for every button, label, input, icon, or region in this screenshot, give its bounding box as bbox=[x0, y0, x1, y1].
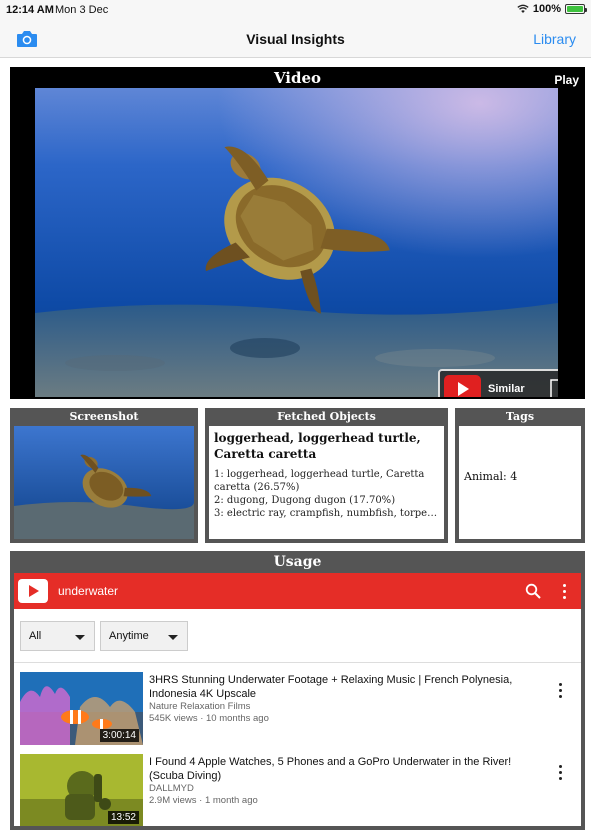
prediction-list: 1: loggerhead, loggerhead turtle, Carett… bbox=[209, 462, 444, 520]
battery-percent: 100% bbox=[532, 3, 561, 15]
video-info: 3HRS Stunning Underwater Footage + Relax… bbox=[149, 673, 539, 725]
turtle-screenshot bbox=[14, 426, 194, 539]
video-panel: Video Play Similar bbox=[10, 67, 585, 399]
video-duration: 13:52 bbox=[107, 811, 139, 824]
video-result-row[interactable]: 13:52 I Found 4 Apple Watches, 5 Phones … bbox=[14, 754, 581, 826]
status-indicators: 100% bbox=[517, 3, 587, 15]
video-duration: 3:00:14 bbox=[99, 729, 139, 742]
fetched-objects-body: loggerhead, loggerhead turtle, Caretta c… bbox=[209, 426, 444, 539]
nav-bar: Visual Insights Library bbox=[0, 20, 591, 58]
search-query[interactable]: underwater bbox=[58, 584, 118, 598]
video-thumbnail[interactable]: 13:52 bbox=[20, 754, 143, 826]
tag-text: Animal: 4 bbox=[464, 470, 518, 483]
video-thumbnail[interactable]: 3:00:14 bbox=[20, 672, 143, 745]
battery-fill bbox=[567, 6, 583, 12]
external-link-icon bbox=[550, 379, 558, 397]
library-button[interactable]: Library bbox=[533, 31, 576, 47]
usage-panel: Usage underwater All Anytime 3:00:14 3HR… bbox=[10, 551, 585, 830]
top-prediction: loggerhead, loggerhead turtle, Caretta c… bbox=[214, 431, 421, 461]
video-stats: 2.9M views · 1 month ago bbox=[149, 795, 258, 806]
youtube-logo-icon[interactable] bbox=[18, 579, 48, 603]
video-info: I Found 4 Apple Watches, 5 Phones and a … bbox=[149, 755, 539, 807]
more-vertical-icon[interactable] bbox=[559, 764, 563, 780]
tags-panel-title: Tags bbox=[505, 410, 535, 423]
status-time: 12:14 AM bbox=[6, 4, 54, 16]
more-vertical-icon[interactable] bbox=[559, 682, 563, 698]
video-title[interactable]: 3HRS Stunning Underwater Footage + Relax… bbox=[149, 673, 539, 701]
caret-down-icon bbox=[75, 635, 85, 640]
video-channel: Nature Relaxation Films bbox=[149, 701, 251, 712]
tags-panel: Tags Animal: 4 bbox=[455, 408, 585, 543]
prediction-item: 3: electric ray, crampfish, numbfish, to… bbox=[214, 508, 439, 519]
more-vertical-icon[interactable] bbox=[563, 582, 567, 600]
youtube-embed: underwater All Anytime 3:00:14 3HRS Stun… bbox=[14, 573, 581, 826]
video-channel: DALLMYD bbox=[149, 783, 194, 794]
similar-button[interactable]: Similar bbox=[438, 369, 558, 397]
usage-panel-title: Usage bbox=[273, 554, 322, 570]
similar-label: Similar bbox=[488, 383, 525, 395]
divider bbox=[14, 662, 581, 663]
type-filter-label: All bbox=[29, 630, 42, 642]
screenshot-panel: Screenshot bbox=[10, 408, 198, 543]
video-result-row[interactable]: 3:00:14 3HRS Stunning Underwater Footage… bbox=[14, 672, 581, 748]
video-stats: 545K views · 10 months ago bbox=[149, 713, 269, 724]
prediction-item: 1: loggerhead, loggerhead turtle, Carett… bbox=[214, 469, 425, 493]
prediction-item: 2: dugong, Dugong dugon (17.70%) bbox=[214, 495, 396, 506]
time-filter-dropdown[interactable]: Anytime bbox=[100, 621, 188, 651]
fetched-objects-title: Fetched Objects bbox=[277, 410, 376, 423]
youtube-play-icon bbox=[444, 375, 481, 397]
turtle-video-frame bbox=[35, 88, 558, 397]
youtube-header: underwater bbox=[14, 573, 581, 609]
battery-icon bbox=[565, 4, 587, 14]
status-date: Mon 3 Dec bbox=[55, 4, 109, 16]
fetched-objects-panel: Fetched Objects loggerhead, loggerhead t… bbox=[205, 408, 448, 543]
screenshot-panel-title: Screenshot bbox=[69, 410, 139, 423]
time-filter-label: Anytime bbox=[109, 630, 149, 642]
wifi-icon bbox=[517, 4, 529, 13]
page-title: Visual Insights bbox=[246, 31, 345, 47]
search-icon[interactable] bbox=[525, 583, 541, 599]
tags-body: Animal: 4 bbox=[459, 426, 581, 539]
video-panel-title: Video bbox=[273, 69, 322, 87]
type-filter-dropdown[interactable]: All bbox=[20, 621, 95, 651]
video-title[interactable]: I Found 4 Apple Watches, 5 Phones and a … bbox=[149, 755, 539, 783]
caret-down-icon bbox=[168, 635, 178, 640]
video-player[interactable]: Similar bbox=[35, 88, 558, 397]
screenshot-image[interactable] bbox=[14, 426, 194, 539]
play-button[interactable]: Play bbox=[554, 73, 579, 87]
status-bar: 12:14 AM Mon 3 Dec 100% bbox=[0, 0, 591, 20]
